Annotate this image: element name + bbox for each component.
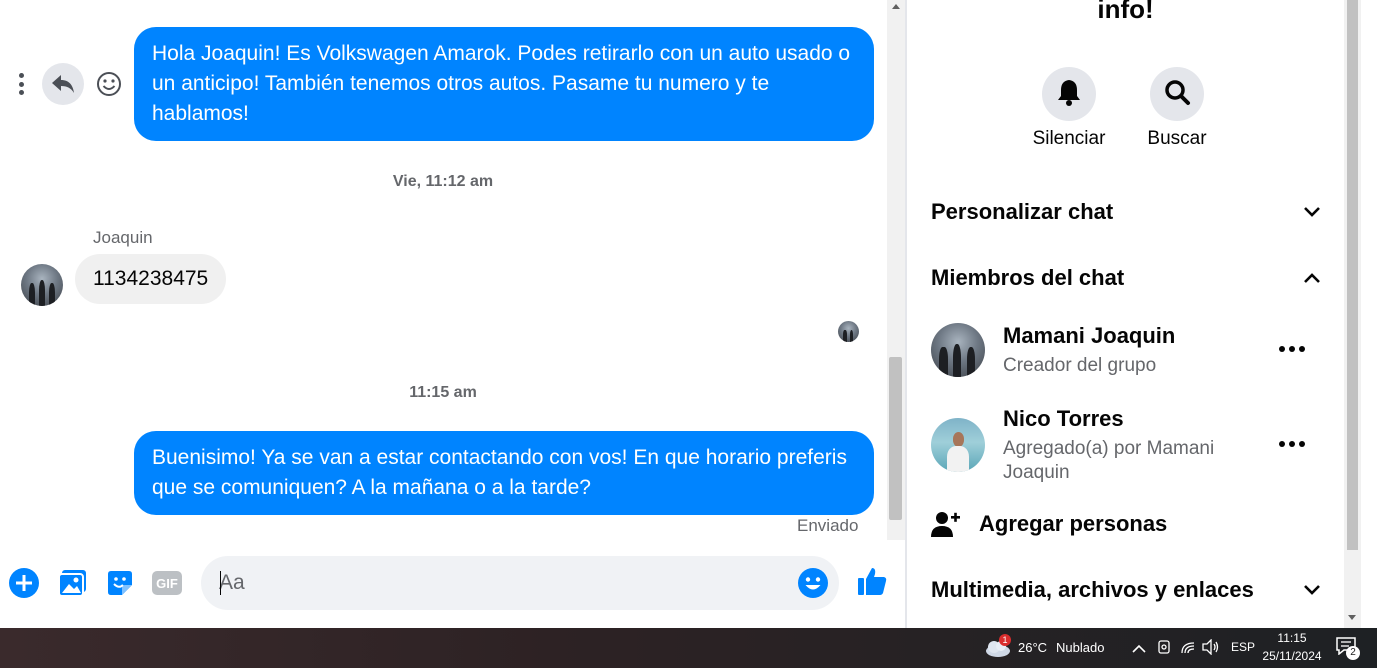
more-options-icon[interactable]	[10, 69, 32, 99]
member-name: Nico Torres	[1003, 406, 1124, 431]
chevron-up-icon[interactable]	[1132, 641, 1146, 659]
panel-scrollbar[interactable]	[1344, 0, 1361, 628]
scroll-down-arrow-icon[interactable]	[1348, 615, 1356, 620]
member-role: Creador del grupo	[1003, 355, 1157, 376]
weather-temperature[interactable]: 26°C	[1018, 640, 1047, 655]
clock-date[interactable]: 25/11/2024	[1258, 649, 1326, 663]
scroll-up-arrow-icon[interactable]	[892, 4, 900, 9]
customize-chat-section[interactable]: Personalizar chat	[931, 192, 1321, 232]
gif-icon[interactable]: GIF	[151, 567, 183, 599]
chevron-down-icon	[1304, 585, 1320, 595]
more-options-icon[interactable]	[1279, 346, 1305, 354]
avatar	[931, 418, 985, 472]
member-name: Mamani Joaquin	[1003, 323, 1176, 348]
reply-icon[interactable]	[42, 63, 84, 105]
chat-members-section[interactable]: Miembros del chat	[931, 258, 1321, 298]
section-label: Multimedia, archivos y enlaces	[931, 577, 1254, 602]
speaker-icon[interactable]	[1202, 638, 1220, 660]
section-label: Personalizar chat	[931, 199, 1114, 224]
message-timestamp: Vie, 11:12 am	[392, 173, 494, 190]
mute-label: Silenciar	[1032, 128, 1106, 149]
panel-title: info!	[1097, 0, 1154, 24]
text-caret	[220, 571, 221, 595]
search-label: Buscar	[1147, 128, 1207, 149]
scrollbar-thumb[interactable]	[889, 357, 902, 520]
message-actions	[10, 62, 124, 106]
plus-icon[interactable]	[8, 567, 40, 599]
message-text: Hola Joaquin! Es Volkswagen Amarok. Pode…	[152, 42, 851, 125]
scrollbar-thumb[interactable]	[1347, 0, 1358, 550]
media-files-links-section[interactable]: Multimedia, archivos y enlaces	[931, 570, 1321, 610]
image-icon[interactable]	[57, 567, 89, 599]
message-timestamp: 11:15 am	[409, 384, 477, 401]
like-icon[interactable]	[856, 565, 888, 597]
weather-condition[interactable]: Nublado	[1056, 640, 1104, 655]
window-edge	[1361, 0, 1377, 628]
delivery-status: Enviado	[797, 516, 859, 535]
message-input[interactable]	[219, 556, 779, 610]
chat-info-panel: info! Silenciar Buscar Personalizar chat…	[907, 0, 1344, 628]
chevron-down-icon	[1304, 207, 1320, 217]
member-role: Agregado(a) por Mamani Joaquin	[1003, 438, 1215, 483]
mute-button[interactable]	[1042, 67, 1096, 121]
chat-scrollbar[interactable]	[887, 0, 905, 540]
search-icon	[1163, 78, 1191, 111]
sticker-icon[interactable]	[104, 567, 136, 599]
outgoing-message[interactable]: Hola Joaquin! Es Volkswagen Amarok. Pode…	[134, 27, 874, 141]
clock-time[interactable]: 11:15	[1262, 631, 1322, 645]
windows-taskbar: 1 26°C Nublado ESP 11:15 25/11/2024 2	[0, 628, 1377, 668]
weather-badge: 1	[999, 634, 1011, 646]
chevron-up-icon	[1304, 273, 1320, 283]
chat-area: Hola Joaquin! Es Volkswagen Amarok. Pode…	[0, 0, 887, 628]
notifications-icon[interactable]: 2	[1336, 637, 1360, 660]
add-person-icon	[931, 512, 960, 537]
message-text: 1134238475	[93, 267, 209, 290]
emoji-icon[interactable]	[797, 567, 829, 599]
avatar[interactable]	[21, 264, 63, 306]
sender-name: Joaquin	[93, 228, 153, 247]
more-options-icon[interactable]	[1279, 441, 1305, 449]
add-people-label: Agregar personas	[979, 511, 1168, 536]
add-people-button[interactable]: Agregar personas	[931, 504, 1321, 544]
cloud-weather-icon[interactable]: 1	[984, 634, 1012, 658]
svg-text:GIF: GIF	[156, 576, 178, 591]
incoming-message[interactable]: 1134238475	[75, 254, 227, 304]
outgoing-message[interactable]: Buenisimo! Ya se van a estar contactando…	[134, 431, 874, 515]
bell-icon	[1056, 78, 1082, 111]
composer: GIF	[0, 550, 905, 618]
message-input-container	[201, 556, 839, 610]
wifi-icon[interactable]	[1180, 639, 1196, 660]
read-receipt-avatar	[838, 321, 859, 342]
search-button[interactable]	[1150, 67, 1204, 121]
notification-count: 2	[1346, 646, 1360, 660]
avatar	[931, 323, 985, 377]
react-emoji-icon[interactable]	[94, 69, 124, 99]
message-text: Buenisimo! Ya se van a estar contactando…	[152, 446, 847, 499]
language-indicator[interactable]: ESP	[1231, 640, 1255, 654]
section-label: Miembros del chat	[931, 265, 1125, 290]
meet-icon[interactable]	[1156, 639, 1172, 660]
